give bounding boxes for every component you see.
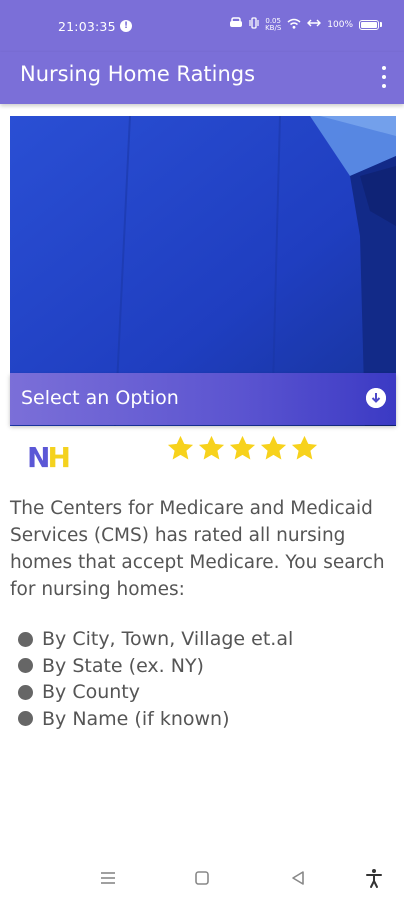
back-icon[interactable] bbox=[286, 866, 310, 890]
search-option-label: By County bbox=[42, 681, 140, 704]
app-title: Nursing Home Ratings bbox=[20, 62, 256, 86]
app-logo: NH bbox=[27, 441, 71, 474]
list-item: By State (ex. NY) bbox=[18, 653, 293, 680]
bullet-icon bbox=[18, 684, 33, 700]
battery-percent: 100% bbox=[327, 19, 353, 30]
system-nav-bar bbox=[0, 856, 404, 900]
status-icons: 0.05 KB/S 100% bbox=[229, 17, 382, 32]
search-option-label: By Name (if known) bbox=[42, 707, 230, 730]
overflow-menu-icon[interactable] bbox=[378, 64, 390, 90]
vibrate-icon bbox=[249, 17, 259, 32]
list-item: By City, Town, Village et.al bbox=[18, 626, 293, 653]
star-icon bbox=[166, 434, 195, 463]
search-option-label: By State (ex. NY) bbox=[42, 654, 204, 677]
status-bar: 21:03:35 ! 0.05 KB/S 100% bbox=[0, 0, 404, 52]
battery-icon bbox=[359, 19, 379, 30]
description-text: The Centers for Medicare and Medicaid Se… bbox=[10, 498, 385, 600]
list-item: By County bbox=[18, 679, 293, 706]
app-bar: Nursing Home Ratings bbox=[0, 52, 404, 104]
star-icon bbox=[290, 434, 319, 463]
home-icon[interactable] bbox=[190, 866, 214, 890]
recent-apps-icon[interactable] bbox=[96, 866, 120, 890]
accessibility-icon[interactable] bbox=[362, 866, 386, 890]
dropdown-label: Select an Option bbox=[21, 387, 179, 409]
bullet-icon bbox=[18, 631, 33, 647]
list-item: By Name (if known) bbox=[18, 706, 293, 733]
bullet-icon bbox=[18, 711, 33, 727]
logo-letter-n: N bbox=[27, 441, 51, 474]
star-rating bbox=[166, 434, 319, 463]
network-speed: 0.05 KB/S bbox=[265, 16, 282, 32]
logo-letter-h: H bbox=[47, 441, 71, 474]
star-icon bbox=[259, 434, 288, 463]
search-options-list: By City, Town, Village et.al By State (e… bbox=[18, 626, 293, 732]
status-time: 21:03:35 bbox=[58, 19, 116, 34]
search-option-label: By City, Town, Village et.al bbox=[42, 628, 294, 651]
star-icon bbox=[228, 434, 257, 463]
arrow-down-circle-icon bbox=[366, 388, 386, 408]
battery-tip bbox=[380, 22, 382, 27]
bullet-icon bbox=[18, 658, 33, 674]
select-option-dropdown[interactable]: Select an Option bbox=[10, 373, 396, 425]
star-icon bbox=[197, 434, 226, 463]
wifi-icon bbox=[287, 18, 301, 32]
notification-icon: ! bbox=[120, 20, 132, 32]
car-icon bbox=[229, 17, 243, 32]
bluetooth-icon bbox=[307, 17, 322, 32]
